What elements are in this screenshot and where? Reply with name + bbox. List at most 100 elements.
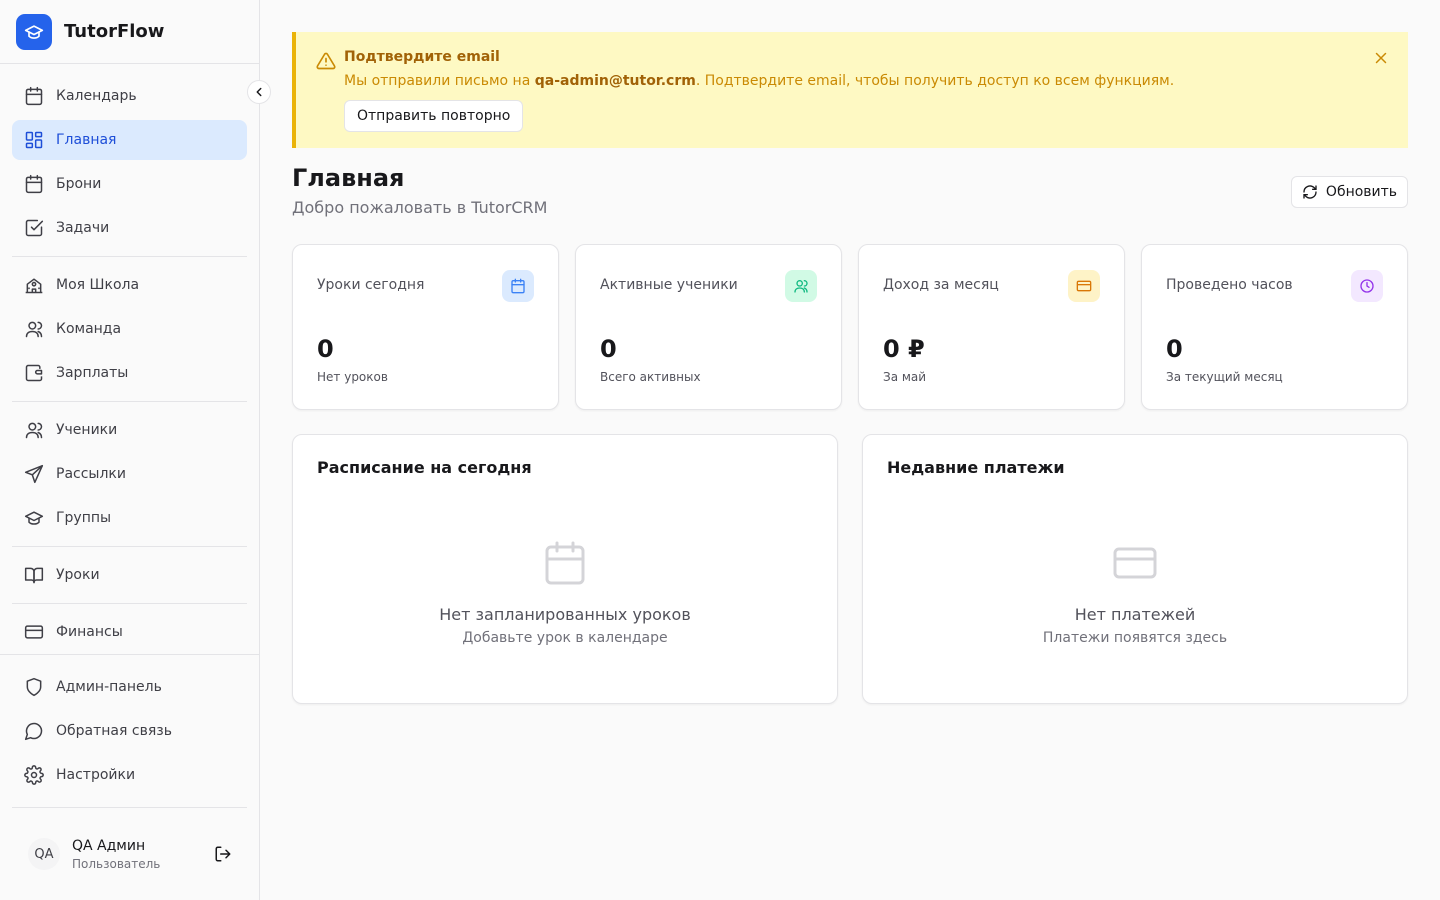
sidebar-item-label: Уроки bbox=[56, 567, 100, 583]
sidebar-item-label: Настройки bbox=[56, 767, 136, 783]
close-icon[interactable] bbox=[1372, 49, 1390, 67]
sidebar-item-label: Админ-панель bbox=[56, 679, 162, 695]
sidebar-item-finance[interactable]: Финансы bbox=[12, 612, 247, 652]
schedule-panel: Расписание на сегодня Нет запланированны… bbox=[292, 434, 838, 704]
sidebar-item-label: Обратная связь bbox=[56, 723, 172, 739]
sidebar-item-team[interactable]: Команда bbox=[12, 309, 247, 349]
calendar-icon bbox=[25, 174, 43, 194]
verify-email-alert: Подтвердите email Мы отправили письмо на… bbox=[292, 32, 1408, 148]
graduation-cap-icon bbox=[16, 13, 52, 50]
sidebar-item-feedback[interactable]: Обратная связь bbox=[12, 711, 247, 751]
chevron-left-icon bbox=[256, 87, 262, 97]
message-icon bbox=[24, 722, 43, 741]
user-name: QA Админ bbox=[72, 838, 146, 854]
empty-state-title: Нет запланированных уроков bbox=[439, 605, 691, 624]
sidebar-item-salaries[interactable]: Зарплаты bbox=[12, 353, 247, 393]
app-name: TutorFlow bbox=[64, 21, 165, 42]
calendar-icon bbox=[502, 270, 534, 302]
sidebar-item-label: Команда bbox=[56, 321, 122, 337]
stat-label: Активные ученики bbox=[600, 277, 738, 293]
sidebar: TutorFlow Календарь Главная Брони Задачи… bbox=[0, 0, 260, 900]
stat-value: 0 bbox=[1166, 335, 1183, 363]
sidebar-item-label: Задачи bbox=[56, 220, 110, 236]
sidebar-item-groups[interactable]: Группы bbox=[12, 498, 247, 538]
book-icon bbox=[24, 567, 44, 584]
sidebar-item-label: Моя Школа bbox=[56, 277, 140, 293]
credit-card-icon bbox=[1113, 547, 1157, 579]
sidebar-item-mailings[interactable]: Рассылки bbox=[12, 454, 247, 494]
alert-message: Мы отправили письмо на qa-admin@tutor.cr… bbox=[344, 73, 1174, 89]
stat-card-active-students: Активные ученики 0 Всего активных bbox=[575, 244, 842, 410]
users-icon bbox=[25, 321, 43, 338]
sidebar-item-students[interactable]: Ученики bbox=[12, 410, 247, 450]
calendar-icon bbox=[25, 86, 43, 106]
sidebar-item-label: Рассылки bbox=[56, 466, 126, 482]
stat-value: 0 bbox=[317, 335, 334, 363]
calendar-icon bbox=[545, 541, 585, 585]
sidebar-item-label: Брони bbox=[56, 176, 102, 192]
page-title: Главная bbox=[292, 164, 405, 192]
sidebar-item-label: Главная bbox=[56, 132, 117, 148]
empty-state-title: Нет платежей bbox=[1074, 605, 1196, 624]
sidebar-divider bbox=[0, 654, 259, 655]
stat-card-lessons-today: Уроки сегодня 0 Нет уроков bbox=[292, 244, 559, 410]
sidebar-item-label: Зарплаты bbox=[56, 365, 129, 381]
alert-title: Подтвердите email bbox=[344, 49, 500, 65]
sidebar-collapse-button[interactable] bbox=[247, 80, 271, 104]
clock-icon bbox=[1351, 270, 1383, 302]
sidebar-item-settings[interactable]: Настройки bbox=[12, 755, 247, 795]
sidebar-divider bbox=[12, 603, 247, 604]
alert-message-suffix: . Подтвердите email, чтобы получить дост… bbox=[695, 73, 1175, 89]
refresh-icon bbox=[1303, 185, 1317, 199]
sidebar-item-my-school[interactable]: Моя Школа bbox=[12, 265, 247, 305]
sidebar-divider bbox=[12, 256, 247, 257]
alert-message-prefix: Мы отправили письмо на bbox=[344, 73, 535, 89]
stat-value: 0 ₽ bbox=[883, 335, 925, 363]
panel-title: Расписание на сегодня bbox=[317, 458, 532, 477]
users-icon bbox=[785, 270, 817, 302]
shield-icon bbox=[26, 677, 42, 697]
checkbox-icon bbox=[25, 219, 44, 237]
stat-subtitle: Всего активных bbox=[600, 370, 701, 384]
user-role: Пользователь bbox=[72, 857, 161, 871]
stat-subtitle: За май bbox=[883, 370, 927, 384]
sidebar-item-bookings[interactable]: Брони bbox=[12, 164, 247, 204]
credit-card-icon bbox=[1068, 270, 1100, 302]
wallet-icon bbox=[25, 364, 43, 382]
logout-icon[interactable] bbox=[214, 845, 232, 863]
sidebar-item-calendar[interactable]: Календарь bbox=[12, 76, 247, 116]
stat-value: 0 bbox=[600, 335, 617, 363]
refresh-label: Обновить bbox=[1325, 184, 1398, 200]
brand[interactable]: TutorFlow bbox=[0, 0, 259, 64]
stat-card-hours: Проведено часов 0 За текущий месяц bbox=[1141, 244, 1408, 410]
sidebar-item-label: Календарь bbox=[56, 88, 137, 104]
send-icon bbox=[24, 464, 44, 484]
empty-state-subtitle: Платежи появятся здесь bbox=[1042, 630, 1228, 646]
page-subtitle: Добро пожаловать в TutorCRM bbox=[292, 198, 548, 217]
credit-card-icon bbox=[24, 625, 44, 639]
alert-email: qa-admin@tutor.crm bbox=[534, 73, 696, 89]
school-icon bbox=[25, 278, 43, 294]
users-icon bbox=[25, 422, 43, 439]
warning-icon bbox=[316, 52, 336, 70]
refresh-button[interactable]: Обновить bbox=[1291, 176, 1408, 208]
stat-label: Проведено часов bbox=[1166, 277, 1293, 293]
resend-button[interactable]: Отправить повторно bbox=[344, 100, 524, 132]
dashboard-icon bbox=[25, 131, 43, 149]
empty-state-subtitle: Добавьте урок в календаре bbox=[462, 630, 668, 646]
sidebar-item-tasks[interactable]: Задачи bbox=[12, 208, 247, 248]
stat-subtitle: Нет уроков bbox=[317, 370, 388, 384]
stat-subtitle: За текущий месяц bbox=[1166, 370, 1283, 384]
sidebar-item-dashboard[interactable]: Главная bbox=[12, 120, 247, 160]
sidebar-divider bbox=[12, 546, 247, 547]
avatar[interactable]: QA bbox=[28, 838, 60, 870]
sidebar-item-lessons[interactable]: Уроки bbox=[12, 555, 247, 595]
stat-card-monthly-income: Доход за месяц 0 ₽ За май bbox=[858, 244, 1125, 410]
sidebar-item-admin[interactable]: Админ-панель bbox=[12, 667, 247, 707]
sidebar-item-label: Группы bbox=[56, 510, 112, 526]
graduation-cap-icon bbox=[24, 511, 44, 525]
sidebar-item-label: Ученики bbox=[56, 422, 118, 438]
user-profile: QA QA Админ Пользователь bbox=[0, 808, 259, 900]
stat-label: Уроки сегодня bbox=[317, 277, 425, 293]
sidebar-divider bbox=[12, 401, 247, 402]
